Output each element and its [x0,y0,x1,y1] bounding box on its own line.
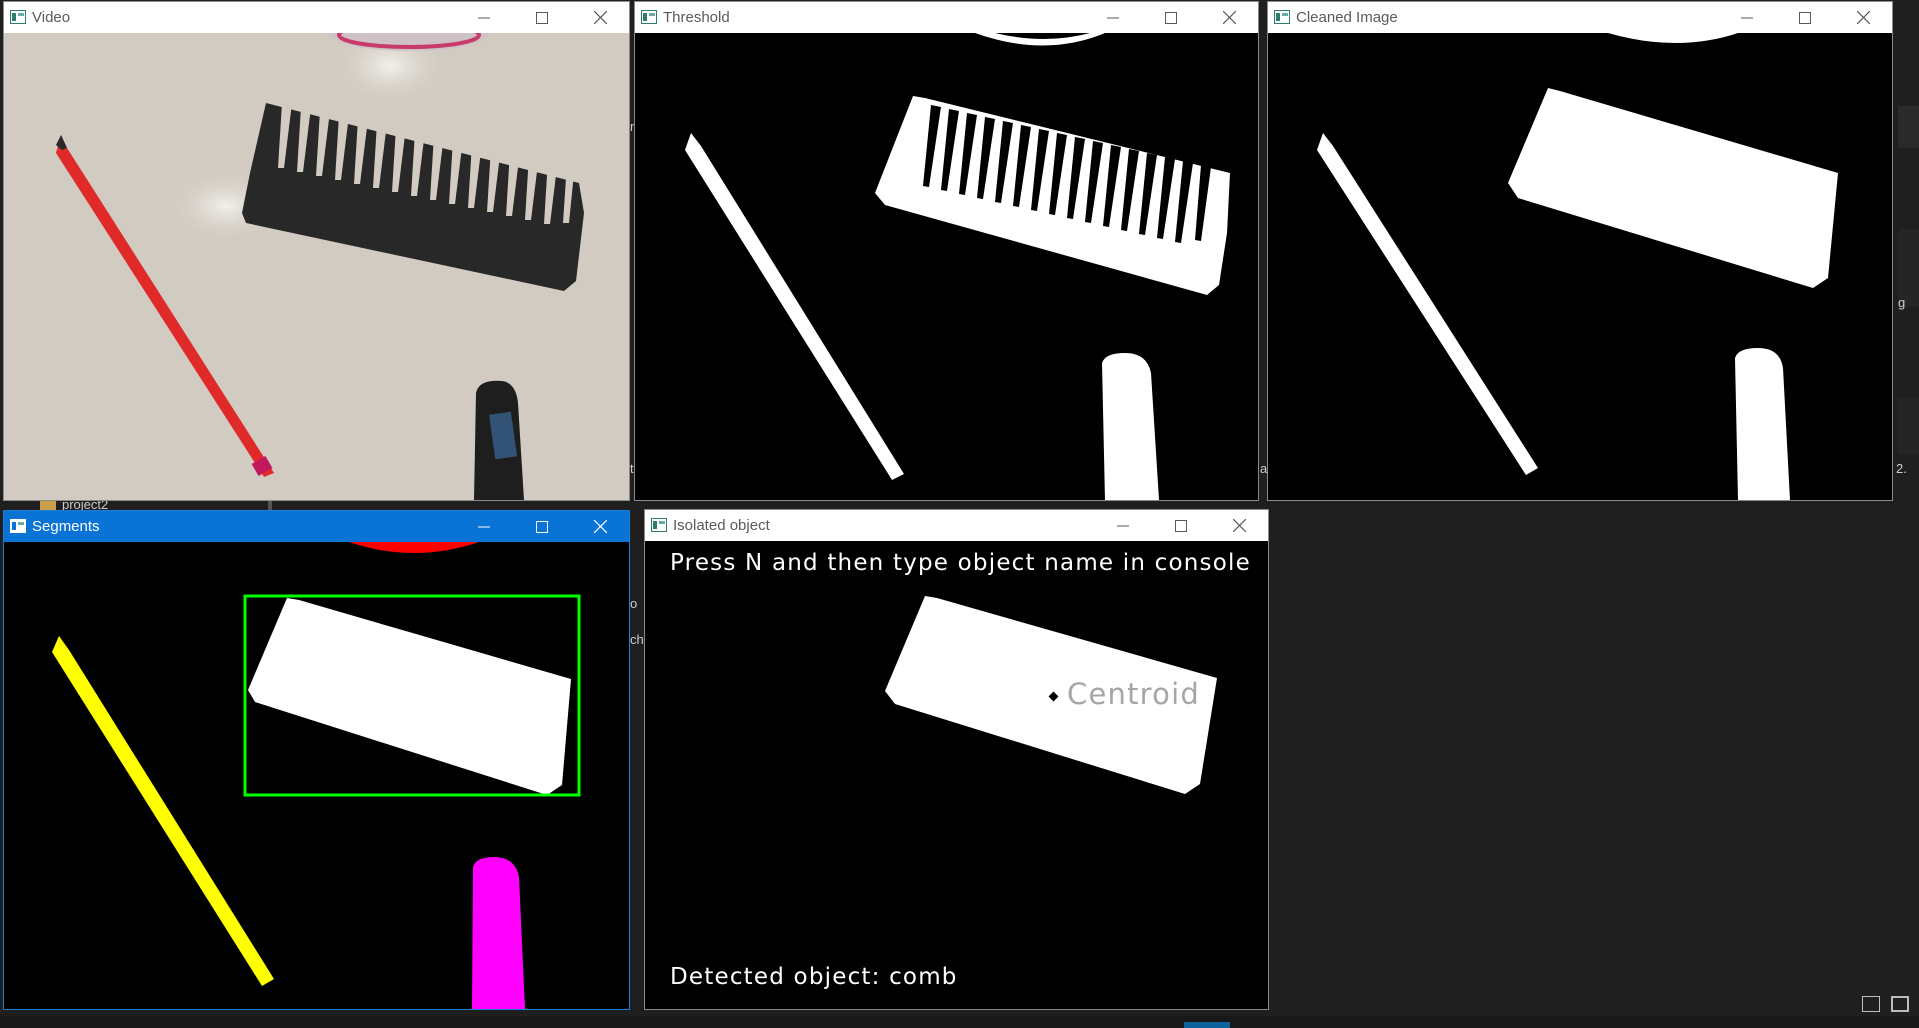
minimize-button[interactable] [1084,2,1142,33]
close-icon [1232,519,1246,532]
close-icon [1856,11,1870,24]
window-title: Isolated object [673,517,770,534]
video-frame [4,33,629,500]
cleaned-image-titlebar[interactable]: Cleaned Image [1268,2,1892,33]
bg-text: o [630,596,638,611]
window-app-icon [10,519,26,533]
detected-object-text: Detected object: comb [670,964,958,990]
video-window[interactable]: Video [3,1,630,501]
isolated-object-image [645,541,1268,1009]
window-app-icon [641,10,657,24]
segments-image [4,542,629,1009]
window-app-icon [1274,10,1290,24]
maximize-button[interactable] [1152,510,1210,541]
minimize-icon [1107,17,1119,18]
bg-text: g [1898,295,1906,310]
layout-list-icon[interactable] [1862,996,1880,1012]
minimize-icon [1117,525,1129,526]
close-icon [1222,11,1236,24]
cleaned-image [1268,33,1892,500]
minimize-icon [1741,17,1753,18]
maximize-icon [536,11,548,24]
close-icon [593,520,607,533]
centroid-label: Centroid [1067,677,1200,711]
video-titlebar[interactable]: Video [4,2,629,33]
close-button[interactable] [1200,2,1258,33]
maximize-button[interactable] [1142,2,1200,33]
window-app-icon [651,518,667,532]
close-button[interactable] [1210,510,1268,541]
close-button[interactable] [1834,2,1892,33]
status-bar-accent [1184,1022,1230,1028]
isolated-object-frame: Press N and then type object name in con… [645,541,1268,1009]
segment-cap [472,857,525,1009]
camera-image [4,33,629,500]
minimize-button[interactable] [1718,2,1776,33]
bg-panel-edge [1898,398,1919,454]
minimize-button[interactable] [455,2,513,33]
bg-panel-edge [1898,106,1919,148]
close-button[interactable] [571,511,629,542]
maximize-icon [1799,11,1811,24]
instruction-text: Press N and then type object name in con… [670,550,1251,576]
window-title: Segments [32,518,100,535]
threshold-frame [635,33,1258,500]
cleaned-image-frame [1268,33,1892,500]
maximize-button[interactable] [513,511,571,542]
layout-panel-icon[interactable] [1891,996,1909,1012]
maximize-icon [1175,519,1187,532]
maximize-icon [1165,11,1177,24]
cleaned-image-window[interactable]: Cleaned Image [1267,1,1893,501]
bg-text: ch [630,632,644,647]
window-title: Video [32,9,71,26]
minimize-button[interactable] [1094,510,1152,541]
threshold-window[interactable]: Threshold [634,1,1259,501]
maximize-icon [536,520,548,533]
threshold-titlebar[interactable]: Threshold [635,2,1258,33]
isolated-object-titlebar[interactable]: Isolated object [645,510,1268,541]
maximize-button[interactable] [513,2,571,33]
close-button[interactable] [571,2,629,33]
maximize-button[interactable] [1776,2,1834,33]
isolated-object-window[interactable]: Isolated object Press N and then type ob… [644,509,1269,1010]
close-icon [593,11,607,24]
segments-frame [4,542,629,1009]
minimize-button[interactable] [455,511,513,542]
minimize-icon [478,526,490,527]
threshold-image [635,33,1258,500]
segments-titlebar[interactable]: Segments [4,511,629,542]
window-title: Cleaned Image [1296,9,1398,26]
window-app-icon [10,10,26,24]
segments-window[interactable]: Segments [3,510,630,1010]
window-title: Threshold [663,9,730,26]
status-bar [0,1016,1919,1028]
minimize-icon [478,17,490,18]
bg-text: 2. [1896,461,1907,476]
